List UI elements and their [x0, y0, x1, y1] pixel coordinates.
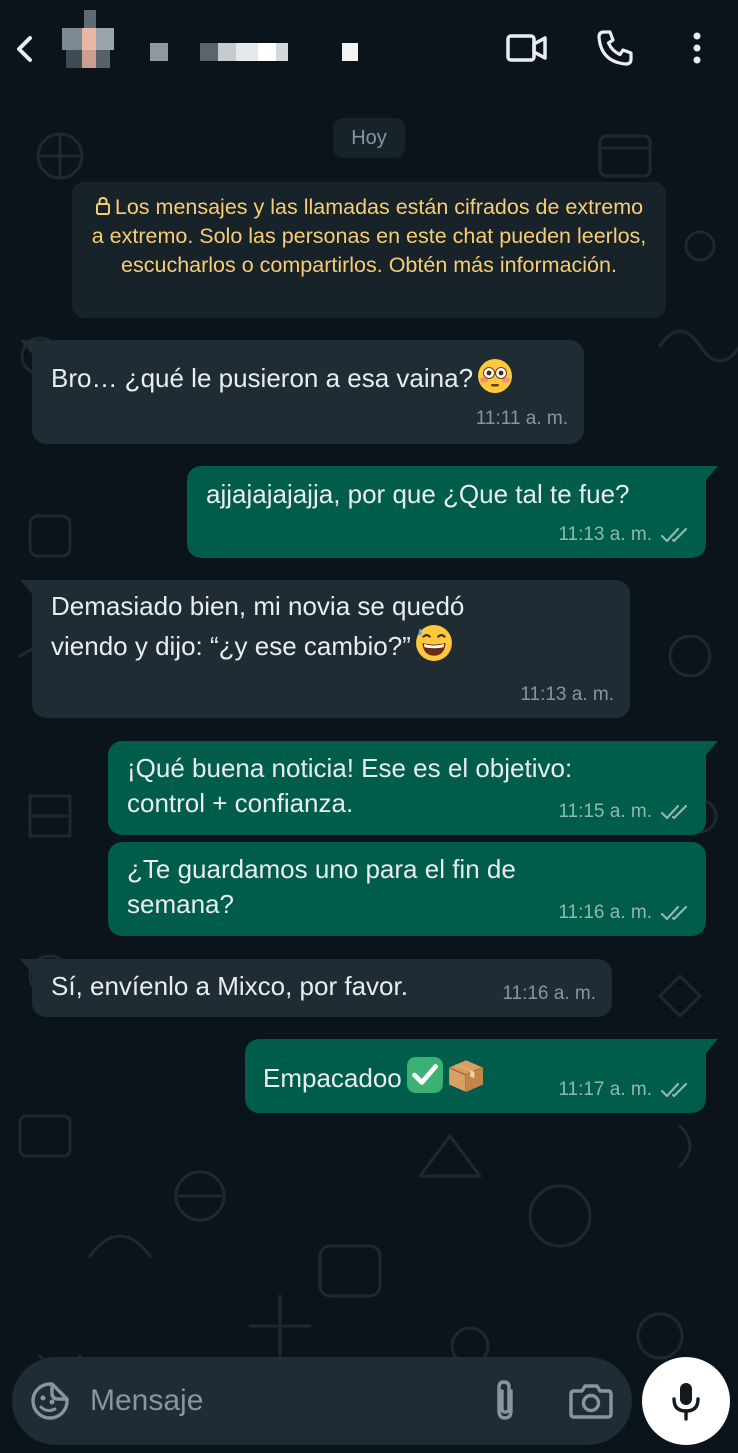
read-ticks-icon: [660, 804, 688, 819]
date-separator: Hoy: [333, 118, 405, 158]
sticker-smiley-icon: [31, 1382, 69, 1420]
microphone-icon: [672, 1383, 700, 1421]
bubble-tail: [20, 340, 32, 354]
message-time: 11:13 a. m.: [558, 524, 652, 545]
message-text: ajjajajajajja, por que ¿Que tal te fue?: [206, 479, 630, 509]
read-ticks-icon: [660, 905, 688, 920]
message-meta: 11:15 a. m.: [558, 794, 690, 829]
avatar-pixel: [96, 28, 114, 50]
message-bubble-outgoing[interactable]: ¡Qué buena noticia! Ese es el objetivo: …: [108, 741, 718, 835]
encryption-notice-text: Los mensajes y las llamadas están cifrad…: [91, 195, 647, 277]
avatar-pixel: [96, 50, 110, 68]
paperclip-icon: [497, 1380, 513, 1420]
message-text: Demasiado bien, mi novia se quedó viendo…: [51, 591, 465, 661]
message-text: Sí, envíenlo a Mixco, por favor.: [51, 971, 408, 1001]
grinning-sweat-face-emoji: [415, 625, 452, 661]
message-meta: 11:13 a. m.: [520, 677, 614, 712]
message-text: ¡Qué buena noticia! Ese es el objetivo: …: [127, 753, 573, 818]
bubble-tail: [706, 741, 718, 755]
bubble-tail: [20, 580, 32, 594]
camera-button[interactable]: [568, 1379, 614, 1423]
voice-call-button[interactable]: [590, 24, 640, 72]
package-emoji: [448, 1060, 483, 1092]
bubble-tail: [20, 959, 32, 973]
name-pixel: [200, 43, 218, 61]
message-meta: 11:13 a. m.: [558, 517, 690, 552]
chat-screen: Hoy Los mensajes y las llamadas están ci…: [0, 0, 738, 1453]
avatar-pixel: [66, 50, 82, 68]
read-ticks-icon: [660, 527, 688, 542]
contact-avatar[interactable]: [62, 10, 122, 70]
arrow-back-icon: [17, 36, 32, 62]
back-button[interactable]: [6, 24, 42, 74]
message-meta: 11:16 a. m.: [558, 895, 690, 930]
encryption-notice[interactable]: Los mensajes y las llamadas están cifrad…: [72, 182, 666, 318]
name-pixel: [258, 43, 276, 61]
contact-name-pixelated[interactable]: [146, 40, 376, 62]
video-call-icon: [506, 34, 547, 62]
message-bubble-incoming[interactable]: Bro… ¿qué le pusieron a esa vaina? 11:11…: [20, 340, 584, 444]
message-bubble-incoming[interactable]: Sí, envíenlo a Mixco, por favor. 11:16 a…: [20, 959, 612, 1017]
more-options-button[interactable]: [680, 24, 714, 72]
avatar-pixel: [62, 28, 82, 50]
name-pixel: [276, 43, 288, 61]
date-label: Hoy: [351, 126, 387, 149]
message-meta: 11:16 a. m.: [502, 976, 596, 1011]
avatar-pixel: [82, 50, 96, 68]
message-composer: [12, 1357, 632, 1445]
read-ticks-icon: [660, 1082, 688, 1097]
phone-icon: [597, 30, 633, 66]
avatar-pixel: [82, 28, 96, 50]
more-vertical-icon: [693, 32, 701, 64]
bubble-tail: [706, 1039, 718, 1053]
message-time: 11:11 a. m.: [475, 408, 568, 429]
message-time: 11:16 a. m.: [502, 983, 596, 1004]
flushed-face-emoji: [478, 359, 513, 393]
name-pixel: [150, 43, 168, 61]
message-time: 11:16 a. m.: [558, 902, 652, 923]
name-pixel: [236, 43, 258, 61]
voice-message-button[interactable]: [642, 1357, 730, 1445]
message-input[interactable]: [90, 1377, 470, 1425]
message-bubble-incoming[interactable]: Demasiado bien, mi novia se quedó viendo…: [20, 580, 630, 718]
message-text: Empacadoo: [263, 1056, 486, 1096]
emoji-button[interactable]: [28, 1379, 72, 1423]
lock-icon: [95, 196, 110, 215]
message-meta: 11:17 a. m.: [558, 1072, 690, 1107]
message-bubble-outgoing[interactable]: ¿Te guardamos uno para el fin de semana?…: [108, 842, 706, 936]
message-time: 11:17 a. m.: [558, 1079, 652, 1100]
avatar-pixel: [84, 10, 96, 28]
message-time: 11:15 a. m.: [558, 801, 652, 822]
message-bubble-outgoing[interactable]: Empacadoo 11:17 a. m.: [245, 1039, 718, 1113]
attach-button[interactable]: [486, 1377, 526, 1425]
message-meta: 11:11 a. m.: [476, 401, 568, 436]
name-pixel: [342, 43, 358, 61]
message-time: 11:13 a. m.: [520, 684, 614, 705]
check-mark-button-emoji: [406, 1057, 443, 1093]
camera-icon: [569, 1384, 613, 1419]
bubble-tail: [706, 466, 718, 480]
message-text: ¿Te guardamos uno para el fin de semana?: [127, 854, 516, 919]
message-bubble-outgoing[interactable]: ajjajajajajja, por que ¿Que tal te fue? …: [187, 466, 718, 558]
chat-header: [0, 0, 738, 96]
message-text: Bro… ¿qué le pusieron a esa vaina?: [51, 358, 513, 396]
name-pixel: [218, 43, 236, 61]
video-call-button[interactable]: [500, 26, 554, 70]
